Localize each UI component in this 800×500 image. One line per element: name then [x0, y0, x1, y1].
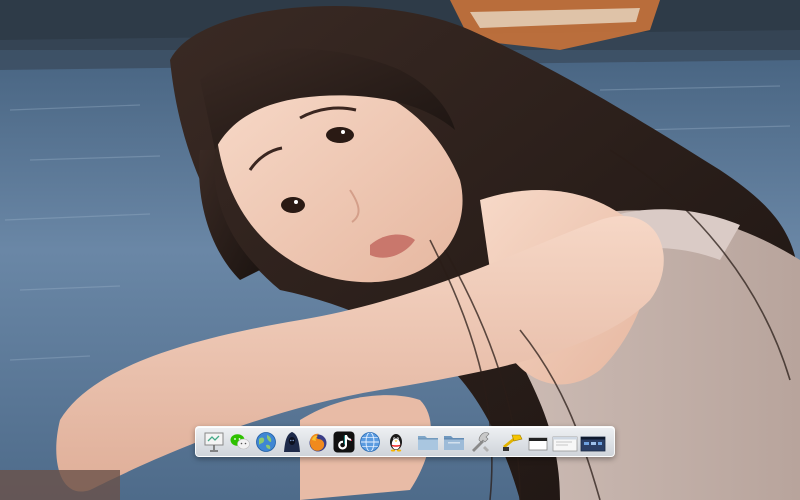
window-thumbnail-icon[interactable]	[580, 430, 606, 454]
hooded-figure-icon[interactable]	[280, 430, 304, 454]
dock	[195, 426, 615, 457]
network-globe-icon[interactable]	[358, 430, 382, 454]
desktop	[0, 0, 800, 500]
tools-icon[interactable]	[468, 430, 492, 454]
folder-icon[interactable]	[416, 430, 440, 454]
window-thumbnail-icon[interactable]	[552, 430, 578, 454]
terminal-tool-icon[interactable]	[500, 430, 524, 454]
window-thumbnail-icon[interactable]	[526, 430, 550, 454]
tiktok-icon[interactable]	[332, 430, 356, 454]
firefox-icon[interactable]	[306, 430, 330, 454]
wechat-icon[interactable]	[228, 430, 252, 454]
presentation-board-icon[interactable]	[202, 430, 226, 454]
desktop-wallpaper	[0, 0, 800, 500]
qq-penguin-icon[interactable]	[384, 430, 408, 454]
folder-icon[interactable]	[442, 430, 466, 454]
globe-browser-icon[interactable]	[254, 430, 278, 454]
